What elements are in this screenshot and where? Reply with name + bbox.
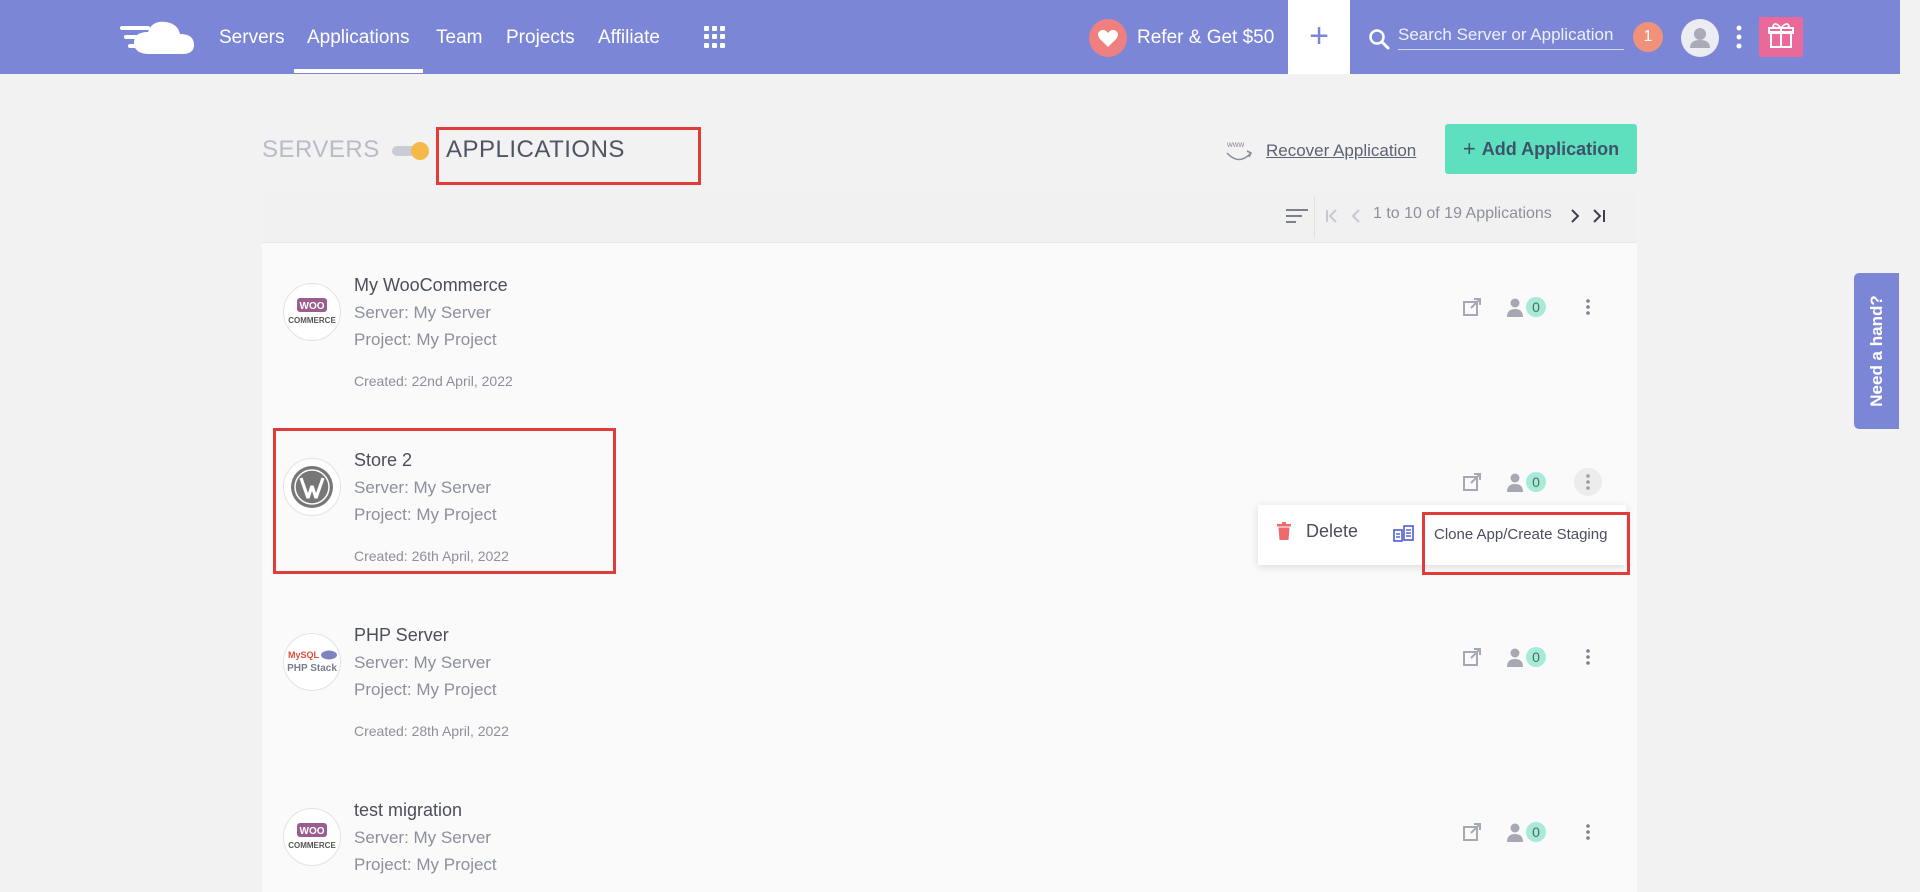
member-count-badge: 0: [1526, 647, 1546, 667]
application-server: Server: My Server: [354, 828, 491, 847]
external-link-icon[interactable]: [1462, 822, 1482, 842]
application-name[interactable]: PHP Server: [354, 625, 449, 646]
members-icon[interactable]: [1506, 297, 1524, 317]
create-new-button[interactable]: +: [1288, 0, 1350, 74]
pagination-summary: 1 to 10 of 19 Applications: [1373, 205, 1552, 222]
member-count-badge: 0: [1526, 297, 1546, 317]
nav-affiliate[interactable]: Affiliate: [598, 27, 660, 49]
heart-icon[interactable]: [1089, 19, 1127, 57]
www-icon: www: [1226, 140, 1253, 161]
apps-grid-icon[interactable]: [704, 26, 726, 48]
more-vertical-icon: [1586, 824, 1590, 840]
members-icon[interactable]: [1506, 647, 1524, 667]
member-count-badge: 0: [1526, 472, 1546, 492]
nav-active-indicator: [294, 69, 423, 73]
user-icon: [1690, 28, 1710, 48]
application-project: Project: My Project: [354, 680, 497, 699]
application-created-date: Created: 28th April, 2022: [354, 723, 509, 739]
application-row[interactable]: MySQL PHP Stack PHP Server Server: My Se…: [262, 605, 1637, 780]
external-link-icon[interactable]: [1462, 472, 1482, 492]
more-menu-icon[interactable]: [1734, 24, 1744, 50]
application-server: Server: My Server: [354, 303, 491, 322]
nav-team[interactable]: Team: [436, 27, 482, 49]
plus-icon: +: [1462, 136, 1476, 161]
trash-icon[interactable]: [1277, 522, 1291, 540]
gift-button[interactable]: [1759, 17, 1803, 57]
notification-badge[interactable]: 1: [1633, 22, 1663, 52]
svg-text:COMMERCE: COMMERCE: [288, 316, 336, 325]
highlight-box-applications: [436, 127, 701, 185]
application-project: Project: My Project: [354, 855, 497, 874]
woocommerce-logo: WOO COMMERCE: [283, 808, 341, 866]
user-avatar[interactable]: [1681, 19, 1719, 57]
svg-text:WOO: WOO: [300, 301, 325, 312]
members-icon[interactable]: [1506, 822, 1524, 842]
member-count-badge: 0: [1526, 822, 1546, 842]
application-row[interactable]: WOO COMMERCE test migration Server: My S…: [262, 780, 1637, 892]
row-more-button[interactable]: [1574, 293, 1602, 321]
help-tab-label: Need a hand?: [1866, 295, 1886, 407]
pager-divider: [1314, 196, 1315, 238]
row-more-button[interactable]: [1574, 468, 1602, 496]
more-vertical-icon: [1586, 649, 1590, 665]
delete-menu-item[interactable]: Delete: [1306, 521, 1358, 542]
external-link-icon[interactable]: [1462, 297, 1482, 317]
more-vertical-icon: [1586, 474, 1590, 490]
highlight-box-clone: [1422, 512, 1630, 575]
search-icon: [1369, 29, 1390, 50]
external-link-icon[interactable]: [1462, 647, 1482, 667]
servers-view-tab[interactable]: SERVERS: [262, 136, 380, 164]
gift-icon: [1768, 23, 1794, 48]
svg-text:MySQL: MySQL: [288, 650, 320, 660]
application-server: Server: My Server: [354, 653, 491, 672]
highlight-box-store-2: [273, 428, 616, 574]
previous-page-icon[interactable]: [1350, 207, 1362, 225]
recover-application-link[interactable]: Recover Application: [1266, 141, 1416, 161]
view-toggle[interactable]: [392, 141, 432, 161]
sort-filter-icon[interactable]: [1285, 207, 1309, 225]
nav-projects[interactable]: Projects: [506, 27, 575, 49]
clone-icon[interactable]: [1393, 524, 1415, 544]
add-application-label: Add Application: [1481, 138, 1620, 159]
row-more-button[interactable]: [1574, 643, 1602, 671]
help-tab[interactable]: Need a hand?: [1854, 273, 1899, 429]
refer-link[interactable]: Refer & Get $50: [1137, 27, 1274, 49]
cloudways-logo[interactable]: [120, 18, 196, 58]
svg-text:COMMERCE: COMMERCE: [288, 841, 336, 850]
row-more-button[interactable]: [1574, 818, 1602, 846]
next-page-icon[interactable]: [1569, 207, 1581, 225]
svg-text:www: www: [1226, 140, 1245, 149]
svg-text:WOO: WOO: [300, 826, 325, 837]
more-vertical-icon: [1586, 299, 1590, 315]
search-input[interactable]: [1398, 20, 1624, 50]
nav-servers[interactable]: Servers: [219, 27, 284, 49]
add-application-button[interactable]: + Add Application: [1445, 124, 1637, 174]
svg-text:PHP Stack: PHP Stack: [287, 663, 337, 674]
application-name[interactable]: My WooCommerce: [354, 275, 508, 296]
application-row[interactable]: WOO COMMERCE My WooCommerce Server: My S…: [262, 255, 1637, 430]
members-icon[interactable]: [1506, 472, 1524, 492]
php-stack-logo: MySQL PHP Stack: [283, 633, 341, 691]
application-project: Project: My Project: [354, 330, 497, 349]
application-created-date: Created: 22nd April, 2022: [354, 373, 513, 389]
last-page-icon[interactable]: [1591, 207, 1607, 225]
nav-applications[interactable]: Applications: [307, 27, 409, 49]
application-name[interactable]: test migration: [354, 800, 462, 821]
woocommerce-logo: WOO COMMERCE: [283, 283, 341, 341]
first-page-icon[interactable]: [1324, 207, 1340, 225]
